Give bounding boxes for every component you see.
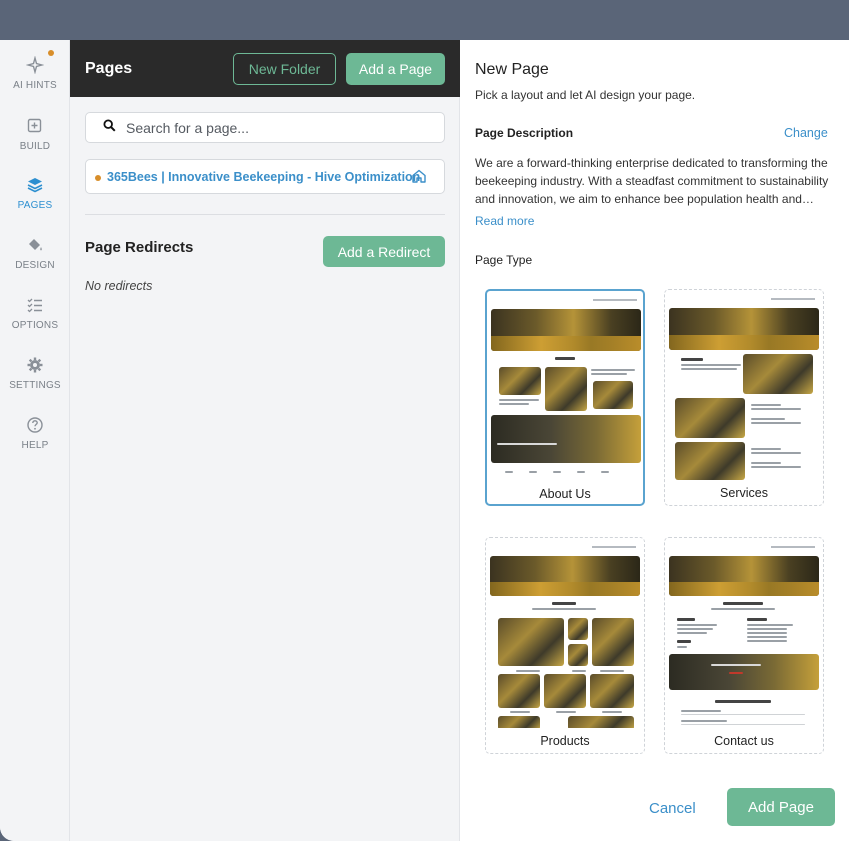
divider — [85, 214, 445, 215]
home-icon — [411, 168, 427, 189]
checklist-icon — [24, 294, 46, 316]
page-type-label-text: About Us — [539, 487, 591, 501]
page-type-label-text: Contact us — [714, 734, 774, 748]
add-redirect-button[interactable]: Add a Redirect — [323, 236, 445, 267]
page-description-text: We are a forward-thinking enterprise ded… — [475, 156, 829, 206]
help-icon — [24, 414, 46, 436]
add-a-page-button[interactable]: Add a Page — [346, 53, 445, 85]
no-redirects-text: No redirects — [85, 279, 153, 293]
rail-item-options[interactable]: OPTIONS — [0, 294, 70, 344]
rail-label: DESIGN — [15, 260, 55, 271]
notification-dot — [48, 50, 54, 56]
rail-label: OPTIONS — [11, 320, 59, 331]
page-list-item[interactable]: 365Bees | Innovative Beekeeping - Hive O… — [85, 159, 445, 194]
page-type-about-us[interactable]: About Us — [485, 289, 645, 506]
template-preview — [667, 540, 821, 728]
page-type-label-text: Services — [720, 486, 768, 500]
paint-bucket-icon — [24, 234, 46, 256]
add-page-button[interactable]: Add Page — [727, 788, 835, 826]
page-type-label-text: Products — [540, 734, 590, 748]
window-topbar — [0, 0, 849, 40]
rail-label: BUILD — [19, 141, 51, 152]
rail-item-ai-hints[interactable]: AI HINTS — [0, 54, 70, 104]
left-rail: AI HINTS BUILD PAGES DESIGN OPTIONS SETT… — [0, 40, 70, 841]
read-more-link[interactable]: Read more — [475, 214, 534, 228]
pages-panel-title: Pages — [85, 60, 133, 77]
page-type-services[interactable]: Services — [664, 289, 824, 506]
build-icon — [24, 115, 46, 137]
page-type-label: Page Type — [475, 253, 533, 267]
page-name: 365Bees | Innovative Beekeeping - Hive O… — [107, 170, 421, 184]
rail-item-settings[interactable]: SETTINGS — [0, 354, 70, 404]
app-window: AI HINTS BUILD PAGES DESIGN OPTIONS SETT… — [0, 40, 849, 841]
search-icon — [103, 118, 116, 137]
template-preview — [488, 540, 642, 728]
new-folder-button[interactable]: New Folder — [233, 53, 336, 85]
change-link[interactable]: Change — [784, 126, 828, 140]
status-dot — [95, 175, 101, 181]
rail-item-help[interactable]: HELP — [0, 414, 70, 464]
rail-label: AI HINTS — [13, 80, 57, 91]
pages-panel-header: Pages New Folder Add a Page — [70, 40, 460, 97]
rail-label: PAGES — [17, 200, 53, 211]
page-search-input[interactable]: Search for a page... — [85, 112, 445, 143]
template-preview — [489, 293, 643, 481]
layers-icon — [24, 174, 46, 196]
rail-label: SETTINGS — [9, 380, 61, 391]
rail-item-build[interactable]: BUILD — [0, 115, 70, 165]
page-type-products[interactable]: Products — [485, 537, 645, 754]
rail-item-design[interactable]: DESIGN — [0, 234, 70, 284]
redirects-title: Page Redirects — [85, 239, 194, 256]
new-page-title: New Page — [475, 61, 549, 78]
page-description-label: Page Description — [475, 126, 574, 140]
search-placeholder: Search for a page... — [126, 119, 249, 136]
rail-label: HELP — [21, 440, 49, 451]
template-preview — [667, 292, 821, 480]
new-page-panel: New Page Pick a layout and let AI design… — [460, 40, 849, 841]
cancel-button[interactable]: Cancel — [649, 800, 696, 817]
new-page-subtitle: Pick a layout and let AI design your pag… — [475, 88, 696, 102]
pages-panel: Pages New Folder Add a Page Search for a… — [70, 40, 460, 841]
gear-icon — [24, 354, 46, 376]
sparkle-icon — [24, 54, 46, 76]
page-type-contact-us[interactable]: Contact us — [664, 537, 824, 754]
rail-item-pages[interactable]: PAGES — [0, 174, 70, 224]
